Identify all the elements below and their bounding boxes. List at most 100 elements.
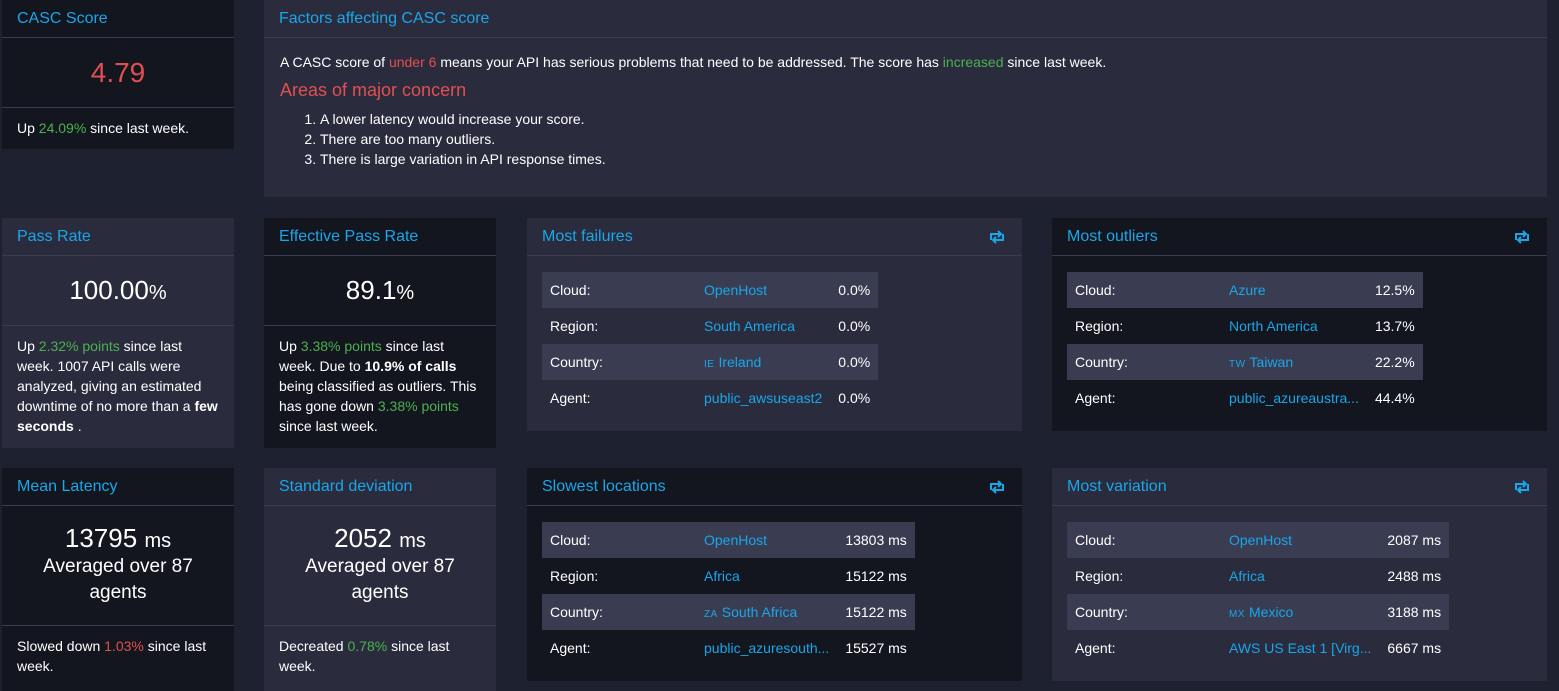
row-key: Cloud: xyxy=(1075,532,1116,548)
row-value: Africa xyxy=(1229,568,1265,584)
panel-header: Pass Rate xyxy=(2,218,234,256)
effective-pass-rate-panel: Effective Pass Rate 89.1% Up 3.38% point… xyxy=(264,218,496,448)
panel-title: CASC Score xyxy=(17,9,108,27)
row-value-link[interactable]: MX Mexico xyxy=(1221,594,1379,630)
row-value: public_awsuseast2 xyxy=(704,390,823,406)
panel-footer: Decreated 0.78% since last week. xyxy=(279,638,450,674)
casc-score-value: 4.79 xyxy=(90,56,146,88)
row-key: Country: xyxy=(1075,604,1128,620)
row-value-link[interactable]: public_awsuseast2 xyxy=(696,380,830,416)
row-key: Region: xyxy=(550,318,599,334)
panel-title: Most variation xyxy=(1067,477,1167,495)
row-key: Country: xyxy=(550,604,603,620)
mean-latency-value: 13795 ms xyxy=(64,523,172,553)
summary-text: means your API has serious problems that… xyxy=(440,54,939,70)
row-value: OpenHost xyxy=(704,282,768,298)
refresh-icon[interactable] xyxy=(1512,479,1532,495)
panel-header: Effective Pass Rate xyxy=(264,218,496,256)
value-box: 100.00% xyxy=(2,256,234,326)
row-value: Taiwan xyxy=(1249,354,1294,370)
panel-title: Standard deviation xyxy=(279,477,413,495)
panel-title: Slowest locations xyxy=(542,477,666,495)
panel-footer: Up 3.38% points since last week. Due to … xyxy=(279,338,477,434)
row-key: Region: xyxy=(550,568,599,584)
most-variation-panel: Most variation Cloud: OpenHost 2087 ms Regi… xyxy=(1052,468,1547,681)
pass-rate-panel: Pass Rate 100.00% Up 2.32% points since … xyxy=(2,218,234,448)
value-box: 13795 ms Averaged over 87 agents xyxy=(2,506,234,626)
country-code: TW xyxy=(1229,359,1246,370)
country-code: IE xyxy=(704,359,715,370)
row-metric: 2087 ms xyxy=(1387,532,1442,548)
change-points: 2.32% points xyxy=(38,338,120,354)
table-row: Agent: AWS US East 1 [Virg... 6667 ms xyxy=(1067,630,1449,666)
row-value: South Africa xyxy=(721,604,798,620)
panel-header: Most failures xyxy=(527,218,1022,256)
row-value-link[interactable]: Africa xyxy=(1221,558,1379,594)
stats-table: Cloud: OpenHost 0.0% Region: South America 0.… xyxy=(542,272,879,416)
row-value-link[interactable]: OpenHost xyxy=(696,272,830,308)
row-metric: 22.2% xyxy=(1374,354,1415,370)
row-value: South America xyxy=(704,318,796,334)
concern-heading: Areas of major concern xyxy=(280,80,467,100)
row-metric: 13803 ms xyxy=(845,532,907,548)
refresh-icon[interactable] xyxy=(987,479,1007,495)
row-value: AWS US East 1 [Virg... xyxy=(1229,640,1372,656)
row-value-link[interactable]: public_azureaustra... xyxy=(1221,380,1367,416)
row-key: Region: xyxy=(1075,568,1124,584)
table-row: Country: TW Taiwan 22.2% xyxy=(1067,344,1423,380)
change-points: 3.38% points xyxy=(300,338,382,354)
list-item: There is large variation in API response… xyxy=(320,149,1531,169)
slowest-locations-panel: Slowest locations Cloud: OpenHost 13803 ms… xyxy=(527,468,1022,681)
concern-list: A lower latency would increase your scor… xyxy=(320,109,1531,169)
panel-header: Standard deviation xyxy=(264,468,496,506)
row-key: Cloud: xyxy=(550,282,591,298)
table-row: Region: South America 0.0% xyxy=(542,308,878,344)
row-key: Agent: xyxy=(550,390,591,406)
mean-latency-panel: Mean Latency 13795 ms Averaged over 87 a… xyxy=(2,468,234,691)
panel-title: Pass Rate xyxy=(17,227,91,245)
list-item: There are too many outliers. xyxy=(320,129,1531,149)
row-value-link[interactable]: OpenHost xyxy=(1221,522,1379,558)
panel-header: CASC Score xyxy=(2,0,234,38)
row-value-link[interactable]: Azure xyxy=(1221,272,1367,308)
row-key: Region: xyxy=(1075,318,1124,334)
row-value-link[interactable]: AWS US East 1 [Virg... xyxy=(1221,630,1379,666)
row-value-link[interactable]: South America xyxy=(696,308,830,344)
row-value-link[interactable]: ZA South Africa xyxy=(696,594,837,630)
refresh-icon[interactable] xyxy=(1512,229,1532,245)
panel-header: Factors affecting CASC score xyxy=(264,0,1547,38)
list-item: A lower latency would increase your scor… xyxy=(320,109,1531,129)
row-metric: 6667 ms xyxy=(1387,640,1442,656)
row-value-link[interactable]: TW Taiwan xyxy=(1221,344,1367,380)
row-value-link[interactable]: OpenHost xyxy=(696,522,837,558)
panel-title: Factors affecting CASC score xyxy=(279,9,490,27)
row-metric: 0.0% xyxy=(838,318,871,334)
row-value-link[interactable]: public_azuresouth... xyxy=(696,630,837,666)
stats-table: Cloud: OpenHost 13803 ms Region: Africa 15122… xyxy=(542,522,915,666)
table-row: Agent: public_azureaustra... 44.4% xyxy=(1067,380,1423,416)
row-key: Cloud: xyxy=(1075,282,1116,298)
table-row: Agent: public_awsuseast2 0.0% xyxy=(542,380,878,416)
row-value: Azure xyxy=(1229,282,1266,298)
row-value-link[interactable]: Africa xyxy=(696,558,837,594)
agents-text: Averaged over 87 agents xyxy=(43,556,193,603)
panel-header: Most variation xyxy=(1052,468,1547,506)
change-percent: 24.09% xyxy=(38,120,87,136)
row-value: public_azureaustra... xyxy=(1229,390,1359,406)
row-metric: 0.0% xyxy=(838,354,871,370)
value-box: 2052 ms Averaged over 87 agents xyxy=(264,506,496,626)
row-metric: 0.0% xyxy=(838,390,871,406)
summary-text: A CASC score of xyxy=(280,54,386,70)
panel-footer: Slowed down 1.03% since last week. xyxy=(17,638,207,674)
table-row: Country: ZA South Africa 15122 ms xyxy=(542,594,915,630)
panel-header: Mean Latency xyxy=(2,468,234,506)
footer-text: since last week. xyxy=(90,120,189,136)
row-value: OpenHost xyxy=(704,532,768,548)
row-value-link[interactable]: IE Ireland xyxy=(696,344,830,380)
refresh-icon[interactable] xyxy=(987,229,1007,245)
country-code: ZA xyxy=(704,609,718,620)
row-key: Agent: xyxy=(1075,390,1116,406)
row-value-link[interactable]: North America xyxy=(1221,308,1367,344)
most-failures-panel: Most failures Cloud: OpenHost 0.0% Region: S… xyxy=(527,218,1022,431)
trend-text: increased xyxy=(942,54,1004,70)
